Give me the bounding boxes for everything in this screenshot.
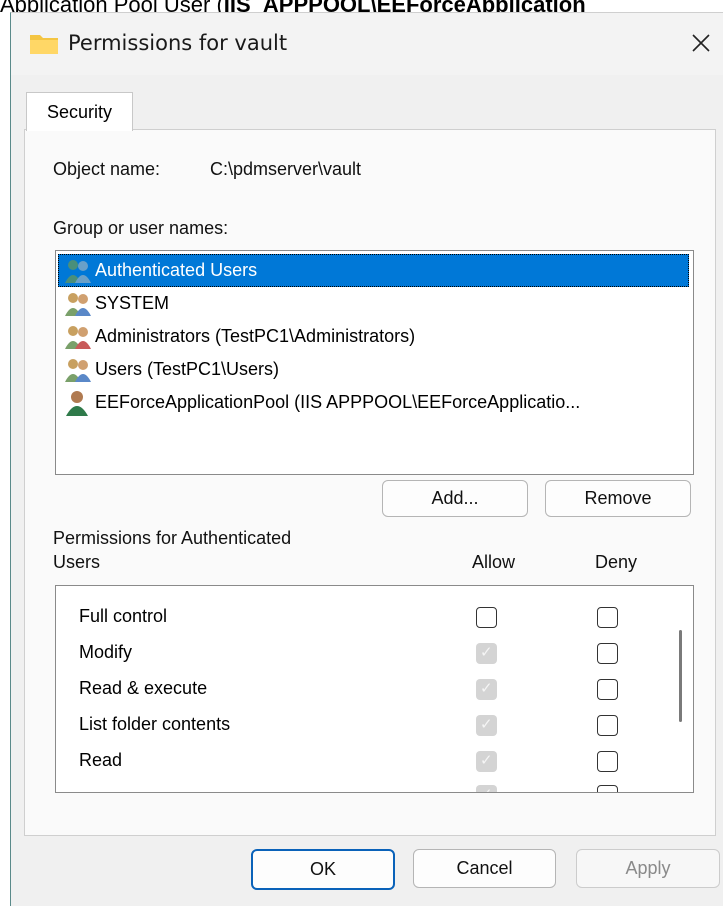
list-item-users[interactable]: Users (TestPC1\Users) [58,353,689,386]
list-item-administrators[interactable]: Administrators (TestPC1\Administrators) [58,320,689,353]
permission-name: Modify [79,642,133,662]
remove-button[interactable]: Remove [545,480,691,517]
add-button[interactable]: Add... [382,480,528,517]
deny-checkbox-list-folder-contents[interactable] [597,715,618,736]
close-button[interactable] [683,23,719,63]
close-icon [692,34,710,52]
permission-name: Read & execute [79,678,208,698]
deny-checkbox-modify[interactable] [597,643,618,664]
list-item-label: Authenticated Users [95,260,258,280]
group-names-label: Group or user names: [53,218,229,238]
permissions-list: Full control Modify Read & execute List … [55,585,694,793]
permissions-scrollbar[interactable] [679,630,682,722]
allow-checkbox-read-execute [476,679,497,700]
users-group-icon [65,358,91,382]
group-user-list[interactable]: Authenticated Users SYSTEM Administrator… [55,250,694,475]
list-item-label: EEForceApplicationPool (IIS APPPOOL\EEFo… [95,392,581,412]
apply-button: Apply [576,849,720,888]
list-item-label: Users (TestPC1\Users) [95,359,280,379]
cancel-button[interactable]: Cancel [413,849,556,888]
list-item-eeforce-app-pool[interactable]: EEForceApplicationPool (IIS APPPOOL\EEFo… [58,386,689,419]
permission-row-list-folder-contents: List folder contents [56,708,656,744]
users-group-icon [65,292,91,316]
ok-button[interactable]: OK [251,849,395,890]
title-bar: Permissions for vault [11,13,723,75]
permission-name: Full control [79,606,168,626]
permissions-dialog: Permissions for vault Security Object na… [10,12,723,906]
list-item-label: Administrators (TestPC1\Administrators) [95,326,416,346]
deny-column-header: Deny [595,552,638,572]
permission-row-modify: Modify [56,636,656,672]
allow-checkbox-list-folder-contents [476,715,497,736]
deny-checkbox-full-control[interactable] [597,607,618,628]
list-item-system[interactable]: SYSTEM [58,287,689,320]
allow-column-header: Allow [472,552,516,572]
permission-row-full-control: Full control [56,600,656,636]
deny-checkbox-partial[interactable] [597,785,618,792]
deny-checkbox-read[interactable] [597,751,618,772]
allow-checkbox-partial [476,785,497,792]
permission-row-partial [56,780,656,792]
object-name-label: Object name: [53,159,161,179]
permissions-title-line1: Permissions for Authenticated [53,528,292,548]
list-item-authenticated-users[interactable]: Authenticated Users [58,254,689,287]
window-title: Permissions for vault [68,31,288,55]
permission-row-read: Read [56,744,656,780]
list-item-label: SYSTEM [95,293,170,313]
deny-checkbox-read-execute[interactable] [597,679,618,700]
allow-checkbox-full-control[interactable] [476,607,497,628]
users-group-icon [65,325,91,349]
permission-row-read-execute: Read & execute [56,672,656,708]
object-name-value: C:\pdmserver\vault [210,159,362,179]
allow-checkbox-read [476,751,497,772]
permission-name: Read [79,750,123,770]
permission-name: List folder contents [79,714,231,734]
user-icon [66,390,88,416]
tab-security[interactable]: Security [26,92,133,131]
folder-icon [30,35,58,54]
allow-checkbox-modify [476,643,497,664]
permissions-title-line2: Users [53,552,101,572]
users-group-icon [65,259,91,283]
